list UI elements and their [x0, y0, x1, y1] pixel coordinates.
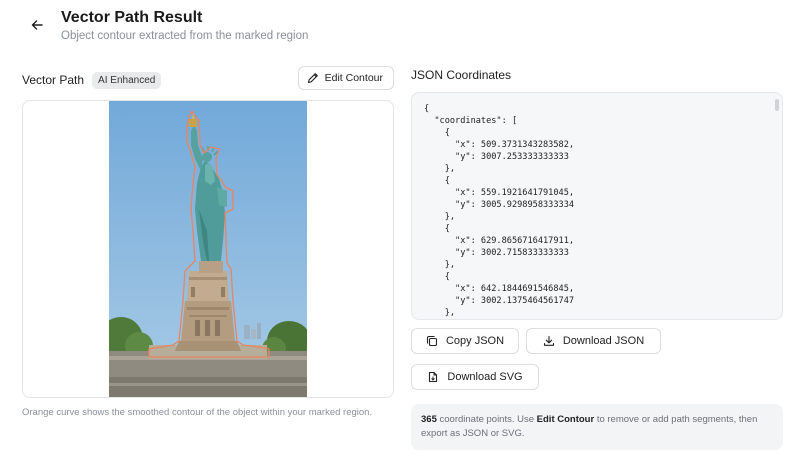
- ai-enhanced-badge: AI Enhanced: [92, 71, 162, 89]
- back-button[interactable]: [26, 14, 48, 36]
- json-code-block: { "coordinates": [ { "x": 509.3731343283…: [424, 104, 575, 318]
- page-subtitle: Object contour extracted from the marked…: [61, 30, 309, 42]
- info-text-1: coordinate points. Use: [436, 414, 537, 425]
- point-count: 365: [421, 414, 437, 425]
- download-json-button[interactable]: Download JSON: [526, 328, 661, 354]
- vector-path-preview: [22, 100, 394, 398]
- download-svg-label: Download SVG: [447, 371, 523, 383]
- page-title: Vector Path Result: [61, 9, 203, 26]
- edit-contour-button[interactable]: Edit Contour: [297, 66, 394, 90]
- vector-path-caption: Orange curve shows the smoothed contour …: [22, 407, 373, 418]
- download-svg-button[interactable]: Download SVG: [411, 364, 539, 390]
- json-coordinates-title: JSON Coordinates: [411, 68, 512, 82]
- json-coordinates-panel[interactable]: { "coordinates": [ { "x": 509.3731343283…: [411, 92, 783, 320]
- vector-path-title: Vector Path: [22, 73, 85, 87]
- copy-json-button[interactable]: Copy JSON: [411, 328, 519, 354]
- vector-path-header: Vector Path AI Enhanced Edit Contour: [22, 66, 394, 92]
- json-scrollbar-track[interactable]: [775, 97, 779, 315]
- copy-json-label: Copy JSON: [445, 335, 505, 347]
- json-scrollbar-thumb[interactable]: [775, 99, 779, 111]
- arrow-left-icon: [31, 20, 43, 30]
- copy-icon: [426, 335, 438, 347]
- file-icon: [429, 371, 438, 383]
- pencil-icon: [307, 73, 318, 84]
- statue-photo: [109, 101, 307, 397]
- download-icon: [543, 335, 554, 346]
- download-json-label: Download JSON: [562, 335, 645, 347]
- edit-contour-label: Edit Contour: [324, 72, 383, 84]
- info-note: 365 coordinate points. Use Edit Contour …: [411, 404, 783, 450]
- edit-contour-reference: Edit Contour: [536, 414, 595, 425]
